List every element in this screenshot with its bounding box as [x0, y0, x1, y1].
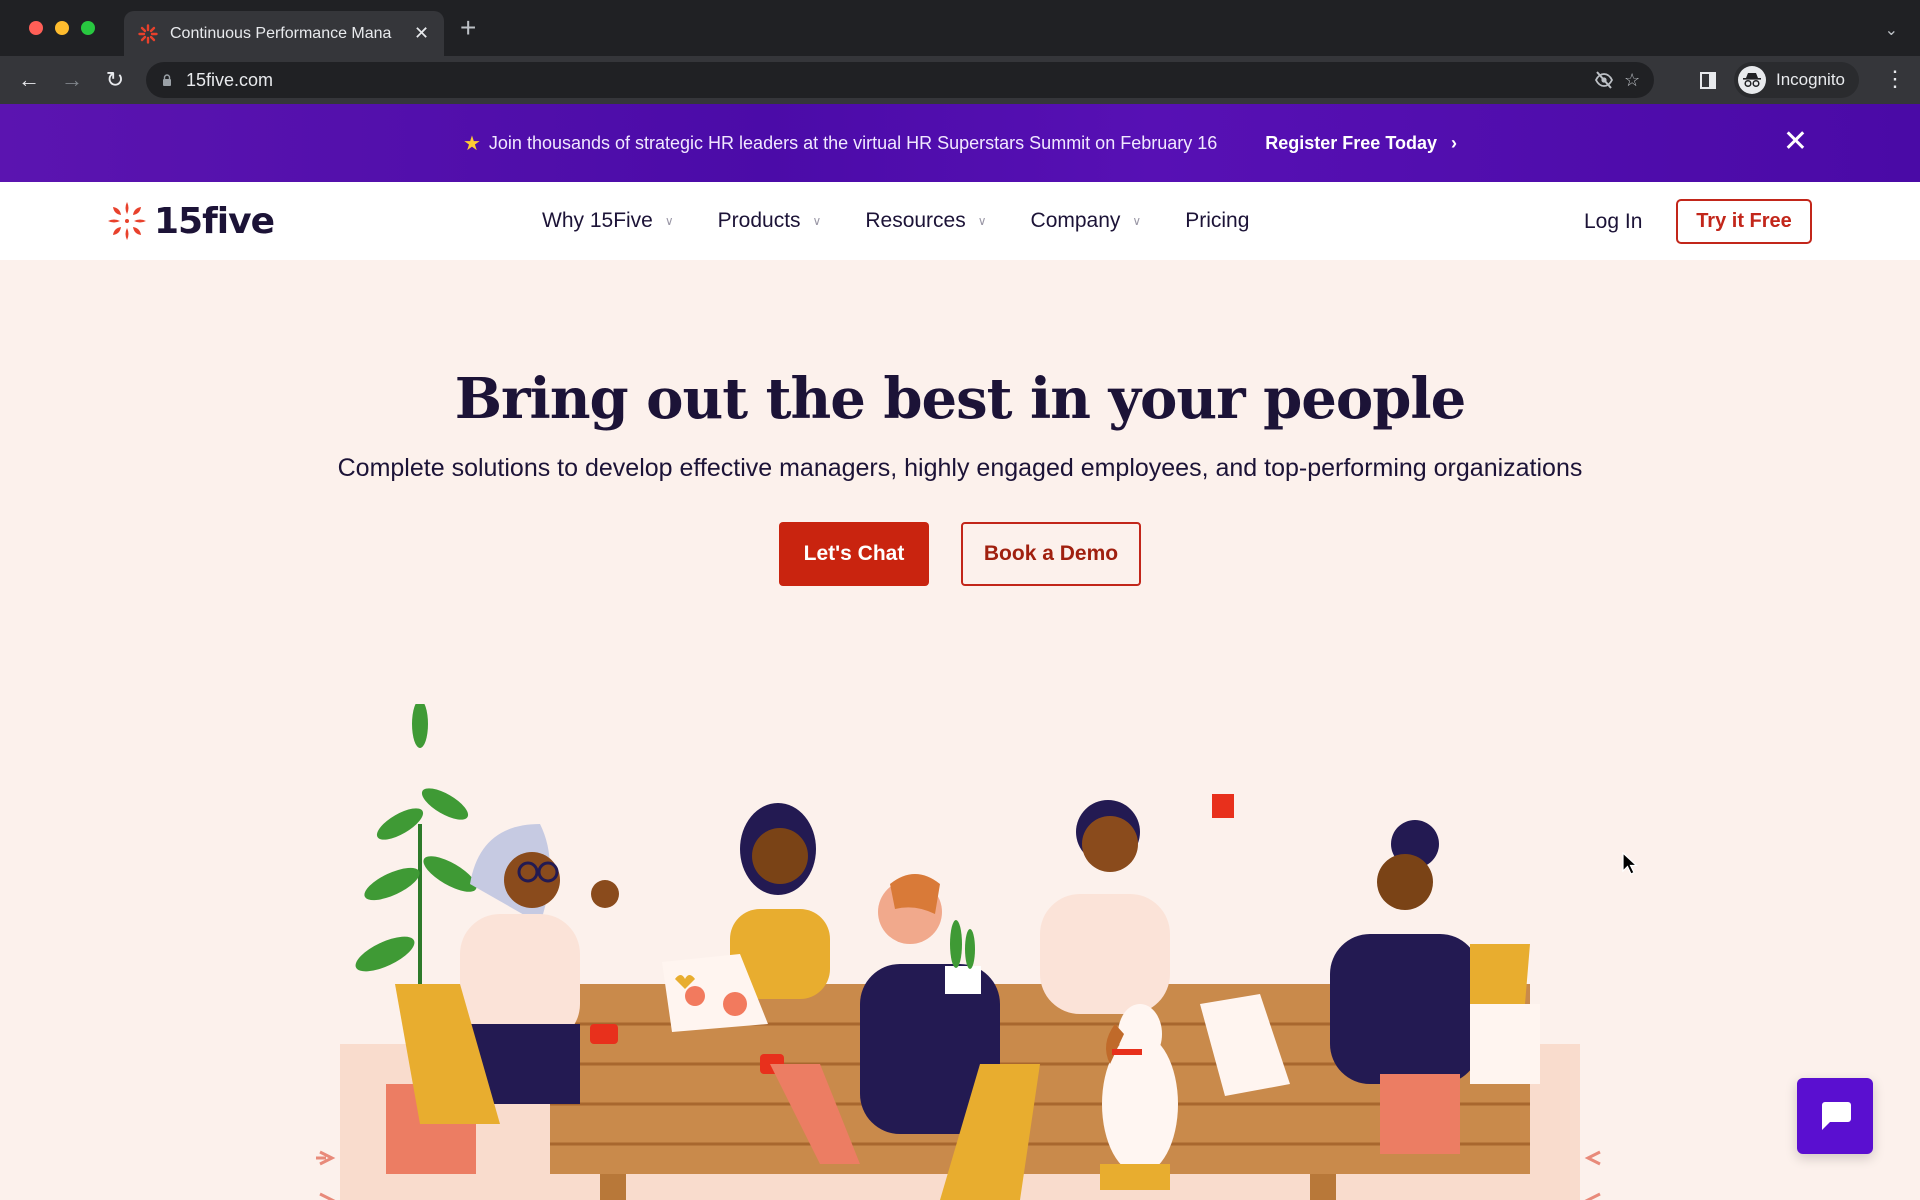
hero-illustration	[316, 704, 1601, 1200]
close-banner-icon[interactable]: ✕	[1783, 124, 1808, 160]
chat-bubble-icon	[1822, 1102, 1851, 1130]
side-panel-icon[interactable]	[1700, 72, 1716, 89]
favicon-icon	[138, 23, 158, 44]
lock-icon	[163, 74, 171, 86]
login-link[interactable]: Log In	[1584, 210, 1642, 234]
chevron-right-icon: ›	[1451, 132, 1457, 153]
menu-item-label: Products	[717, 209, 801, 232]
menu-item-pricing[interactable]: Pricing	[1185, 209, 1249, 233]
hero-title: Bring out the best in your people	[454, 366, 1467, 432]
incognito-icon	[1738, 66, 1766, 94]
tab-search-icon[interactable]: ⌄	[1885, 20, 1898, 40]
menu-item-resources[interactable]: Resources ∨	[865, 209, 986, 233]
browser-tab-bar: Continuous Performance Mana ✕ + ⌄	[0, 0, 1920, 56]
mouse-cursor-icon	[1622, 852, 1638, 875]
menu-item-why-15five[interactable]: Why 15Five ∨	[542, 209, 674, 233]
main-menu: Why 15Five ∨ Products ∨ Resources ∨ Comp…	[542, 182, 1293, 260]
book-demo-button[interactable]: Book a Demo	[961, 522, 1141, 586]
more-menu-icon[interactable]: ⋮	[1884, 68, 1906, 90]
address-bar[interactable]: 15five.com ☆	[146, 62, 1654, 98]
menu-item-company[interactable]: Company ∨	[1031, 209, 1142, 233]
reload-icon[interactable]: ↻	[101, 66, 129, 94]
rug-arrows-right	[1584, 1150, 1601, 1200]
close-tab-icon[interactable]: ✕	[414, 23, 429, 44]
close-window-button[interactable]	[29, 21, 43, 35]
chat-widget-button[interactable]	[1797, 1078, 1873, 1154]
forward-icon[interactable]: →	[58, 66, 86, 94]
hero-subtitle: Complete solutions to develop effective …	[337, 454, 1583, 482]
web-page: ★ Join thousands of strategic HR leaders…	[0, 104, 1920, 1200]
star-icon: ★	[462, 132, 481, 155]
menu-item-label: Resources	[865, 209, 966, 232]
promo-banner: ★ Join thousands of strategic HR leaders…	[0, 104, 1920, 182]
incognito-label: Incognito	[1776, 70, 1845, 89]
chevron-down-icon: ∨	[1132, 214, 1142, 228]
logo[interactable]: 15five	[106, 200, 275, 242]
menu-item-label: Company	[1030, 209, 1121, 232]
incognito-profile[interactable]: Incognito	[1734, 62, 1859, 98]
table-leg	[1310, 1174, 1336, 1200]
lets-chat-button[interactable]: Let's Chat	[779, 522, 929, 586]
promo-text: Join thousands of strategic HR leaders a…	[488, 132, 1218, 153]
site-header: 15five Why 15Five ∨ Products ∨ Resources…	[0, 182, 1920, 260]
browser-tab[interactable]: Continuous Performance Mana ✕	[124, 11, 444, 56]
person-back-man	[1040, 794, 1234, 1014]
eye-off-icon[interactable]	[1594, 71, 1614, 89]
logo-text: 15five	[154, 200, 275, 242]
menu-item-label: Pricing	[1185, 209, 1250, 232]
tab-title: Continuous Performance Mana	[170, 24, 392, 42]
logo-burst-icon	[108, 202, 146, 240]
register-link[interactable]: Register Free Today ›	[1265, 133, 1457, 154]
back-icon[interactable]: ←	[15, 66, 43, 94]
chevron-down-icon: ∨	[812, 214, 822, 228]
menu-item-label: Why 15Five	[542, 209, 653, 232]
new-tab-icon[interactable]: +	[460, 14, 476, 42]
browser-toolbar: ← → ↻ 15five.com ☆ Incognito ⋮	[0, 56, 1920, 104]
menu-item-products[interactable]: Products ∨	[718, 209, 822, 233]
small-plant	[945, 920, 981, 994]
try-it-free-button[interactable]: Try it Free	[1676, 199, 1812, 244]
tote-bag	[1470, 1004, 1540, 1084]
table-leg	[600, 1174, 626, 1200]
minimize-window-button[interactable]	[55, 21, 69, 35]
maximize-window-button[interactable]	[81, 21, 95, 35]
url-text[interactable]: 15five.com	[186, 70, 273, 91]
rug-arrows-left	[316, 1150, 336, 1200]
chevron-down-icon: ∨	[664, 214, 674, 228]
bookmark-star-icon[interactable]: ☆	[1624, 70, 1654, 91]
chevron-down-icon: ∨	[977, 214, 987, 228]
register-link-label: Register Free Today	[1265, 132, 1437, 153]
